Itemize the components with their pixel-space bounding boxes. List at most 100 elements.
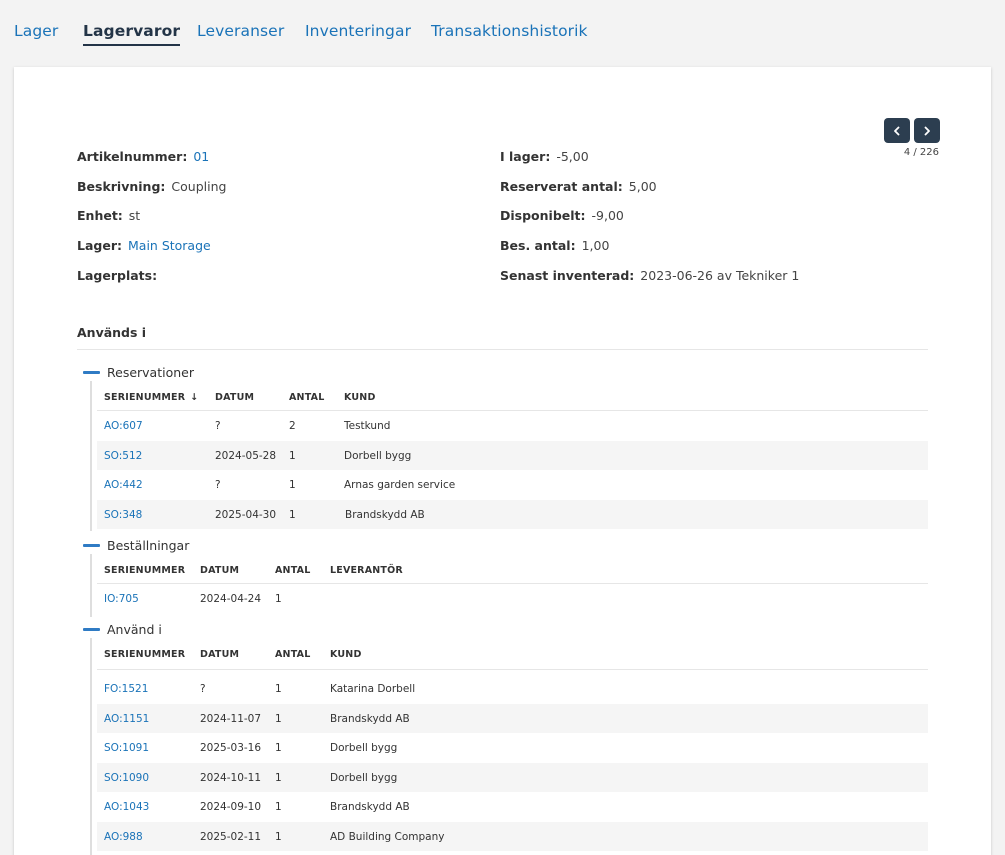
lager-link[interactable]: Main Storage — [128, 238, 211, 253]
field-label: Artikelnummer: — [77, 149, 188, 164]
field-label: Bes. antal: — [500, 238, 576, 253]
group-indent-line — [90, 381, 92, 531]
field-artikelnummer: Artikelnummer: 01 — [77, 149, 209, 164]
cell-kund: Dorbell bygg — [330, 742, 398, 754]
cell-kund: Katarina Dorbell — [330, 683, 416, 695]
cell-datum: ? — [200, 683, 206, 695]
column-header-label: SERIENUMMER — [104, 392, 186, 403]
table-row: IO:705 2024-04-24 1 — [97, 584, 928, 614]
section-title-anvands-i: Används i — [77, 325, 147, 340]
item-detail-card: 4 / 226 Artikelnummer: 01 Beskrivning: Cou… — [14, 67, 991, 855]
tab-inventeringar[interactable]: Inventeringar — [305, 22, 411, 40]
cell-antal: 1 — [289, 449, 296, 462]
cell-datum: 2025-02-11 — [200, 830, 262, 843]
serial-link[interactable]: IO:705 — [104, 593, 139, 605]
serial-link[interactable]: AO:988 — [104, 831, 143, 843]
table-row: SO:1090 2024-10-11 1 Dorbell bygg — [97, 762, 928, 792]
serial-link[interactable]: AO:1151 — [104, 713, 149, 725]
tab-transaktionshistorik[interactable]: Transaktionshistorik — [431, 22, 588, 40]
field-beskrivning: Beskrivning: Coupling — [77, 179, 226, 194]
group-toggle-bestallningar[interactable]: Beställningar — [83, 538, 189, 553]
table-row: SO:512 2024-05-28 1 Dorbell bygg — [97, 440, 928, 470]
group-toggle-anvand-i[interactable]: Använd i — [83, 622, 162, 637]
column-header-datum[interactable]: DATUM — [215, 392, 254, 403]
table-row: AO:1043 2024-09-10 1 Brandskydd AB — [97, 792, 928, 822]
column-header-datum[interactable]: DATUM — [200, 649, 239, 660]
field-value: -5,00 — [556, 149, 589, 164]
column-header-kund[interactable]: KUND — [330, 649, 362, 660]
field-label: I lager: — [500, 149, 551, 164]
tab-leveranser[interactable]: Leveranser — [197, 22, 284, 40]
field-i-lager: I lager: -5,00 — [500, 149, 589, 164]
serial-link[interactable]: AO:607 — [104, 420, 143, 432]
table-row: AO:1151 2024-11-07 1 Brandskydd AB — [97, 703, 928, 733]
field-disponibelt: Disponibelt: -9,00 — [500, 208, 624, 223]
pager-count: 4 / 226 — [903, 147, 939, 158]
cell-antal: 1 — [275, 712, 282, 725]
artikelnummer-link[interactable]: 01 — [193, 149, 209, 164]
group-title: Använd i — [107, 622, 162, 637]
chevron-left-icon — [894, 126, 900, 135]
column-header-datum[interactable]: DATUM — [200, 565, 239, 576]
reservationer-table: SERIENUMMER ↓ DATUM ANTAL KUND AO:607 ? 2… — [97, 383, 928, 529]
group-toggle-reservationer[interactable]: Reservationer — [83, 365, 194, 380]
column-header-leverantor[interactable]: LEVERANTÖR — [330, 565, 403, 576]
cell-datum: 2024-09-10 — [200, 801, 262, 813]
serial-link[interactable]: SO:348 — [104, 509, 142, 521]
field-senast-inventerad: Senast inventerad: 2023-06-26 av Tekniker… — [500, 268, 799, 283]
table-row: SO:348 2025-04-30 1 Brandskydd AB — [97, 499, 928, 529]
tab-lagervaror[interactable]: Lagervaror — [83, 22, 181, 46]
cell-kund: Brandskydd AB — [330, 801, 410, 813]
cell-datum: ? — [215, 479, 221, 491]
cell-antal: 1 — [289, 479, 296, 491]
field-value: -9,00 — [591, 208, 624, 223]
column-header-kund[interactable]: KUND — [344, 392, 376, 403]
cell-datum: ? — [215, 420, 221, 432]
table-row: AO:607 ? 2 Testkund — [97, 411, 928, 441]
serial-link[interactable]: SO:1090 — [104, 772, 149, 784]
field-label: Beskrivning: — [77, 179, 166, 194]
field-value: 1,00 — [581, 238, 610, 253]
column-header-serienummer[interactable]: SERIENUMMER — [104, 649, 185, 660]
cell-datum: 2024-05-28 — [215, 449, 277, 462]
cell-datum: 2024-04-24 — [200, 593, 262, 605]
column-header-antal[interactable]: ANTAL — [275, 565, 310, 576]
cell-kund: Brandskydd AB — [345, 508, 425, 521]
serial-link[interactable]: FO:1521 — [104, 683, 148, 695]
field-value: 5,00 — [628, 179, 657, 194]
group-indent-line — [90, 638, 92, 855]
cell-kund: Dorbell bygg — [344, 449, 412, 462]
cell-kund: Dorbell bygg — [330, 771, 398, 784]
cell-antal: 1 — [275, 830, 282, 843]
serial-link[interactable]: AO:1043 — [104, 801, 149, 813]
prev-item-button[interactable] — [884, 118, 910, 143]
column-header-serienummer[interactable]: SERIENUMMER ↓ — [104, 392, 198, 403]
cell-antal: 1 — [275, 593, 282, 605]
cell-kund: Arnas garden service — [344, 479, 456, 491]
serial-link[interactable]: SO:1091 — [104, 742, 149, 754]
cell-antal: 2 — [289, 420, 296, 432]
field-value: st — [128, 208, 141, 223]
table-header: SERIENUMMER DATUM ANTAL KUND — [97, 640, 928, 670]
next-item-button[interactable] — [914, 118, 940, 143]
field-reserverat-antal: Reserverat antal: 5,00 — [500, 179, 657, 194]
field-label: Enhet: — [77, 208, 123, 223]
collapse-icon — [83, 544, 100, 547]
tab-lager[interactable]: Lager — [14, 22, 58, 40]
cell-datum: 2024-11-07 — [200, 712, 262, 725]
serial-link[interactable]: AO:442 — [104, 479, 143, 491]
section-divider — [77, 349, 928, 350]
field-lagerplats: Lagerplats: — [77, 268, 163, 283]
serial-link[interactable]: SO:512 — [104, 450, 142, 462]
tab-bar: Lager Lagervaror Leveranser Inventeringa… — [0, 0, 1005, 56]
group-title: Reservationer — [107, 365, 194, 380]
cell-kund: Brandskydd AB — [330, 712, 410, 725]
column-header-antal[interactable]: ANTAL — [275, 649, 310, 660]
cell-datum: 2025-04-30 — [215, 508, 277, 521]
table-header: SERIENUMMER DATUM ANTAL LEVERANTÖR — [97, 556, 928, 584]
cell-antal: 1 — [275, 771, 282, 784]
bestallningar-table: SERIENUMMER DATUM ANTAL LEVERANTÖR IO:70… — [97, 556, 928, 614]
column-header-serienummer[interactable]: SERIENUMMER — [104, 565, 185, 576]
column-header-antal[interactable]: ANTAL — [289, 392, 324, 403]
table-row: SO:1091 2025-03-16 1 Dorbell bygg — [97, 733, 928, 763]
